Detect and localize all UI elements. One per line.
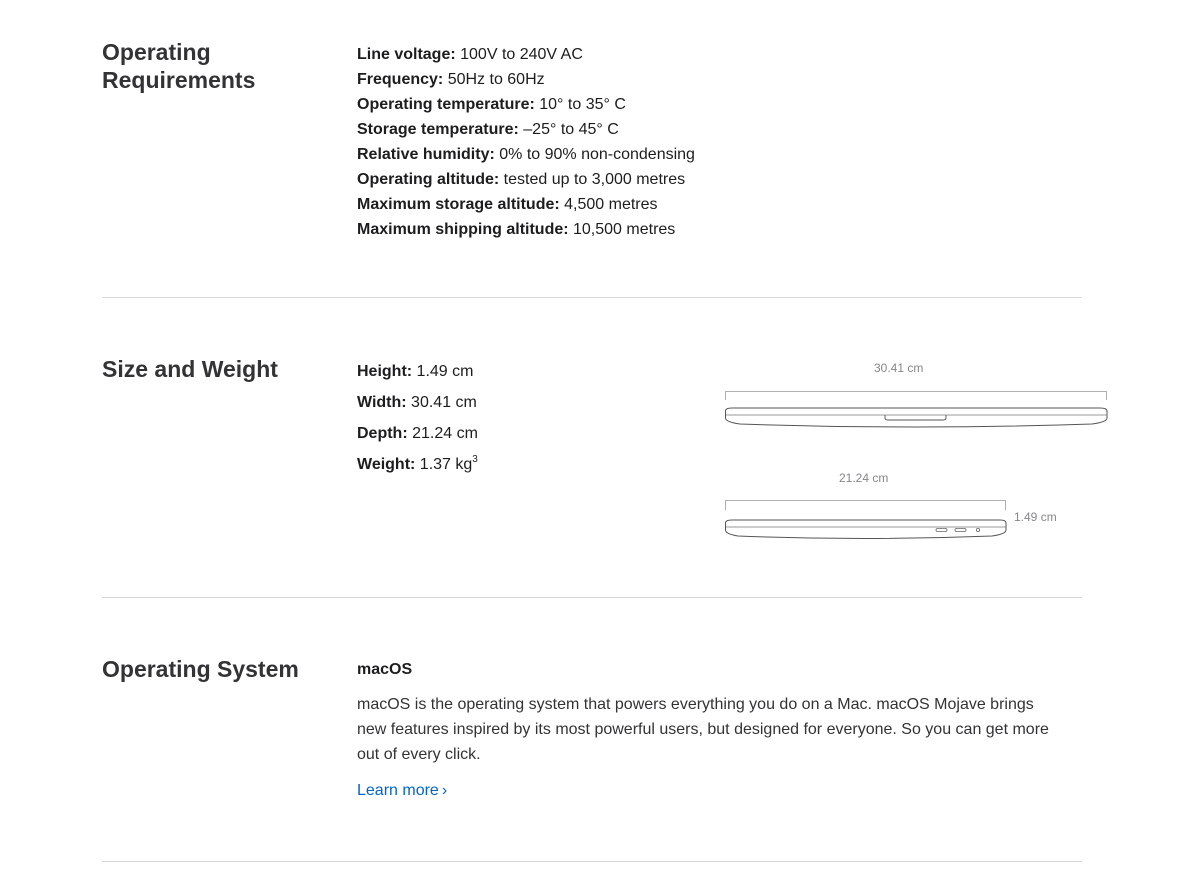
- side-height-label: 1.49 cm: [1014, 510, 1057, 524]
- spec-value: 10° to 35° C: [534, 96, 626, 113]
- laptop-front-view-diagram: [725, 391, 1108, 428]
- spec-frequency: Frequency: 50Hz to 60Hz: [357, 67, 695, 92]
- spec-storage-temperature: Storage temperature: –25° to 45° C: [357, 117, 695, 142]
- spec-label: Relative humidity:: [357, 146, 495, 163]
- chevron-right-icon: ›: [441, 782, 448, 799]
- footnote-marker: 3: [472, 453, 478, 465]
- spec-label: Maximum shipping altitude:: [357, 221, 569, 238]
- operating-requirements-title: Operating Requirements: [102, 39, 256, 93]
- spec-label: Line voltage:: [357, 46, 456, 63]
- spec-label: Width:: [357, 394, 407, 411]
- operating-requirements-list: Line voltage: 100V to 240V AC Frequency:…: [357, 42, 695, 242]
- spec-value: –25° to 45° C: [518, 121, 619, 138]
- spec-depth: Depth: 21.24 cm: [357, 418, 478, 449]
- os-description: macOS is the operating system that power…: [357, 696, 1049, 763]
- laptop-side-view-diagram: [725, 500, 1007, 539]
- section-divider: [102, 297, 1082, 298]
- section-divider: [102, 861, 1082, 862]
- os-subtitle: macOS: [357, 661, 413, 678]
- size-and-weight-list: Height: 1.49 cm Width: 30.41 cm Depth: 2…: [357, 356, 478, 480]
- spec-relative-humidity: Relative humidity: 0% to 90% non-condens…: [357, 142, 695, 167]
- spec-value: 0% to 90% non-condensing: [494, 146, 695, 163]
- spec-value: 100V to 240V AC: [455, 46, 583, 63]
- spec-value: 21.24 cm: [407, 425, 478, 442]
- spec-value: 1.49 cm: [412, 363, 474, 380]
- spec-line-voltage: Line voltage: 100V to 240V AC: [357, 42, 695, 67]
- spec-label: Maximum storage altitude:: [357, 196, 560, 213]
- spec-value: 30.41 cm: [406, 394, 477, 411]
- width-dimension-bracket: [725, 391, 1107, 400]
- spec-label: Operating temperature:: [357, 96, 535, 113]
- operating-system-title: Operating System: [102, 656, 299, 682]
- spec-operating-altitude: Operating altitude: tested up to 3,000 m…: [357, 167, 695, 192]
- operating-requirements-section: Operating Requirements Line voltage: 100…: [102, 38, 1082, 258]
- spec-width: Width: 30.41 cm: [357, 387, 478, 418]
- front-width-label: 30.41 cm: [874, 361, 924, 375]
- spec-value: tested up to 3,000 metres: [499, 171, 686, 188]
- spec-value: 4,500 metres: [559, 196, 658, 213]
- depth-dimension-bracket: [725, 500, 1006, 510]
- spec-label: Weight:: [357, 456, 416, 473]
- spec-label: Frequency:: [357, 71, 444, 88]
- spec-label: Height:: [357, 363, 413, 380]
- spec-value: 1.37 kg: [415, 456, 473, 473]
- learn-more-label: Learn more: [357, 782, 439, 799]
- spec-height: Height: 1.49 cm: [357, 356, 478, 387]
- spec-value: 50Hz to 60Hz: [443, 71, 545, 88]
- learn-more-link[interactable]: Learn more ›: [357, 782, 447, 800]
- spec-maximum-shipping-altitude: Maximum shipping altitude: 10,500 metres: [357, 217, 695, 242]
- spec-maximum-storage-altitude: Maximum storage altitude: 4,500 metres: [357, 192, 695, 217]
- side-depth-label: 21.24 cm: [839, 471, 889, 485]
- section-divider: [102, 597, 1082, 598]
- size-and-weight-section: Size and Weight Height: 1.49 cm Width: 3…: [102, 355, 1108, 555]
- laptop-front-body: [725, 407, 1108, 428]
- operating-system-section: Operating System macOS macOS is the oper…: [102, 655, 1082, 815]
- spec-label: Operating altitude:: [357, 171, 500, 188]
- spec-operating-temperature: Operating temperature: 10° to 35° C: [357, 92, 695, 117]
- spec-label: Storage temperature:: [357, 121, 519, 138]
- spec-weight: Weight: 1.37 kg3: [357, 449, 478, 480]
- size-and-weight-title: Size and Weight: [102, 356, 278, 382]
- spec-label: Depth:: [357, 425, 408, 442]
- spec-value: 10,500 metres: [568, 221, 676, 238]
- laptop-side-body: [725, 519, 1007, 539]
